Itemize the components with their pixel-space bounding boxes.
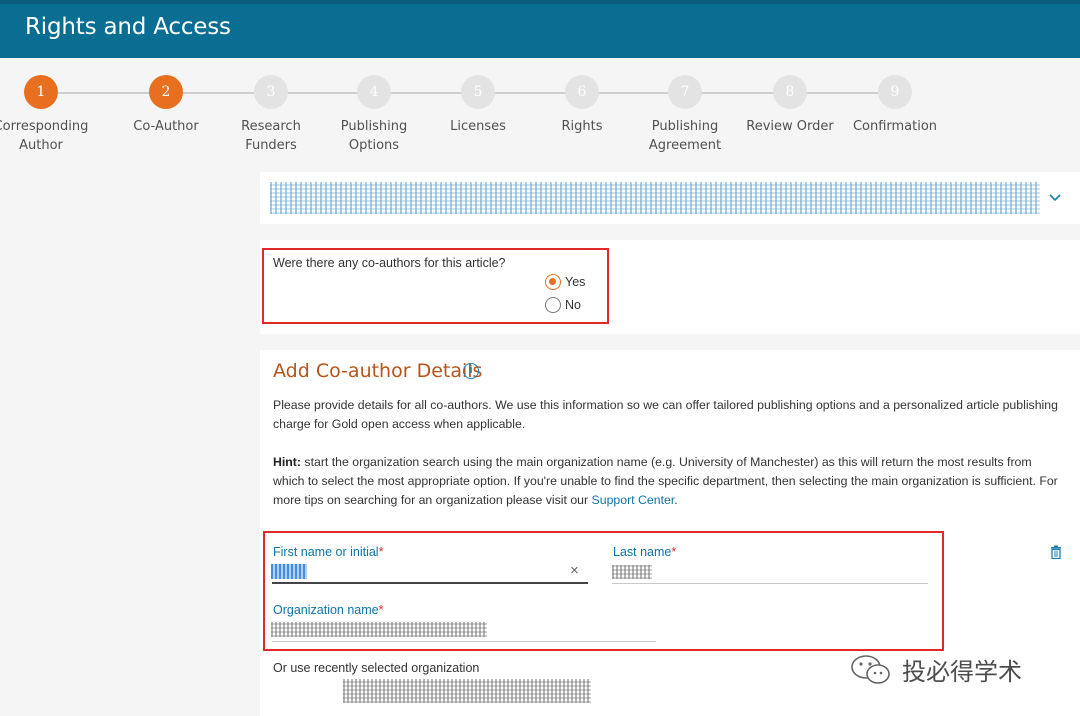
step-label: Licenses [450,119,506,134]
step-number: 2 [149,75,183,109]
step-number: 8 [773,75,807,109]
step-5[interactable]: 5 Licenses [423,72,533,136]
step-7[interactable]: 7 Publishing Agreement [630,72,740,155]
section-title: Add Co-author Details [273,360,483,382]
chevron-down-icon[interactable] [1048,190,1062,204]
first-name-field[interactable] [271,564,307,579]
first-name-label: First name or initial* [273,545,384,559]
step-9[interactable]: 9 Confirmation [840,72,950,136]
coauthor-question: Were there any co-authors for this artic… [273,256,506,270]
step-label: Publishing Agreement [648,119,722,153]
recent-org-label: Or use recently selected organization [273,661,480,675]
wechat-logo-icon [850,654,894,686]
trash-icon[interactable] [1050,545,1062,560]
info-icon[interactable]: i [463,363,479,379]
last-name-field[interactable] [612,565,652,579]
step-label: Confirmation [852,119,938,134]
radio-unselected-icon[interactable] [545,297,561,313]
support-center-link[interactable]: Support Center [592,493,675,507]
radio-no[interactable]: No [545,297,581,313]
last-name-label: Last name* [613,545,677,559]
watermark: 投必得学术 [850,652,1022,687]
recent-org-option[interactable] [343,679,591,703]
last-name-underline [612,583,928,584]
radio-yes-label: Yes [565,275,586,289]
radio-no-label: No [565,298,581,312]
page-title: Rights and Access [25,14,231,40]
hint-text: Hint: start the organization search usin… [273,455,1058,507]
step-label: Co-Author [133,119,199,134]
step-label: Review Order [746,119,834,134]
step-6[interactable]: 6 Rights [527,72,637,136]
watermark-text: 投必得学术 [902,658,1022,686]
step-2[interactable]: 2 Co-Author [111,72,221,136]
step-4[interactable]: 4 Publishing Options [319,72,429,155]
step-number: 5 [461,75,495,109]
step-number: 9 [878,75,912,109]
step-8[interactable]: 8 Review Order [735,72,845,136]
step-number: 4 [357,75,391,109]
progress-stepper: 1 Corresponding Author 2 Co-Author 3 Rese… [0,72,1080,162]
step-number: 1 [24,75,58,109]
step-label: Publishing Options [340,119,408,153]
step-number: 7 [668,75,702,109]
step-3[interactable]: 3 Research Funders [216,72,326,155]
org-name-label: Organization name* [273,603,384,617]
step-number: 3 [254,75,288,109]
redacted-article-title [270,182,1040,214]
org-name-field[interactable] [271,622,487,637]
header-top-strip [0,0,1080,4]
step-1[interactable]: 1 Corresponding Author [0,72,96,155]
step-label: Corresponding Author [0,119,89,153]
intro-text: Please provide details for all co-author… [273,398,1058,431]
step-label: Research Funders [241,119,301,153]
step-label: Rights [561,119,603,134]
app-header: Rights and Access [0,0,1080,58]
step-number: 6 [565,75,599,109]
radio-yes[interactable]: Yes [545,274,585,290]
org-name-underline [272,641,656,642]
radio-selected-icon[interactable] [545,274,561,290]
first-name-underline [272,582,588,584]
close-icon[interactable]: × [570,562,579,579]
